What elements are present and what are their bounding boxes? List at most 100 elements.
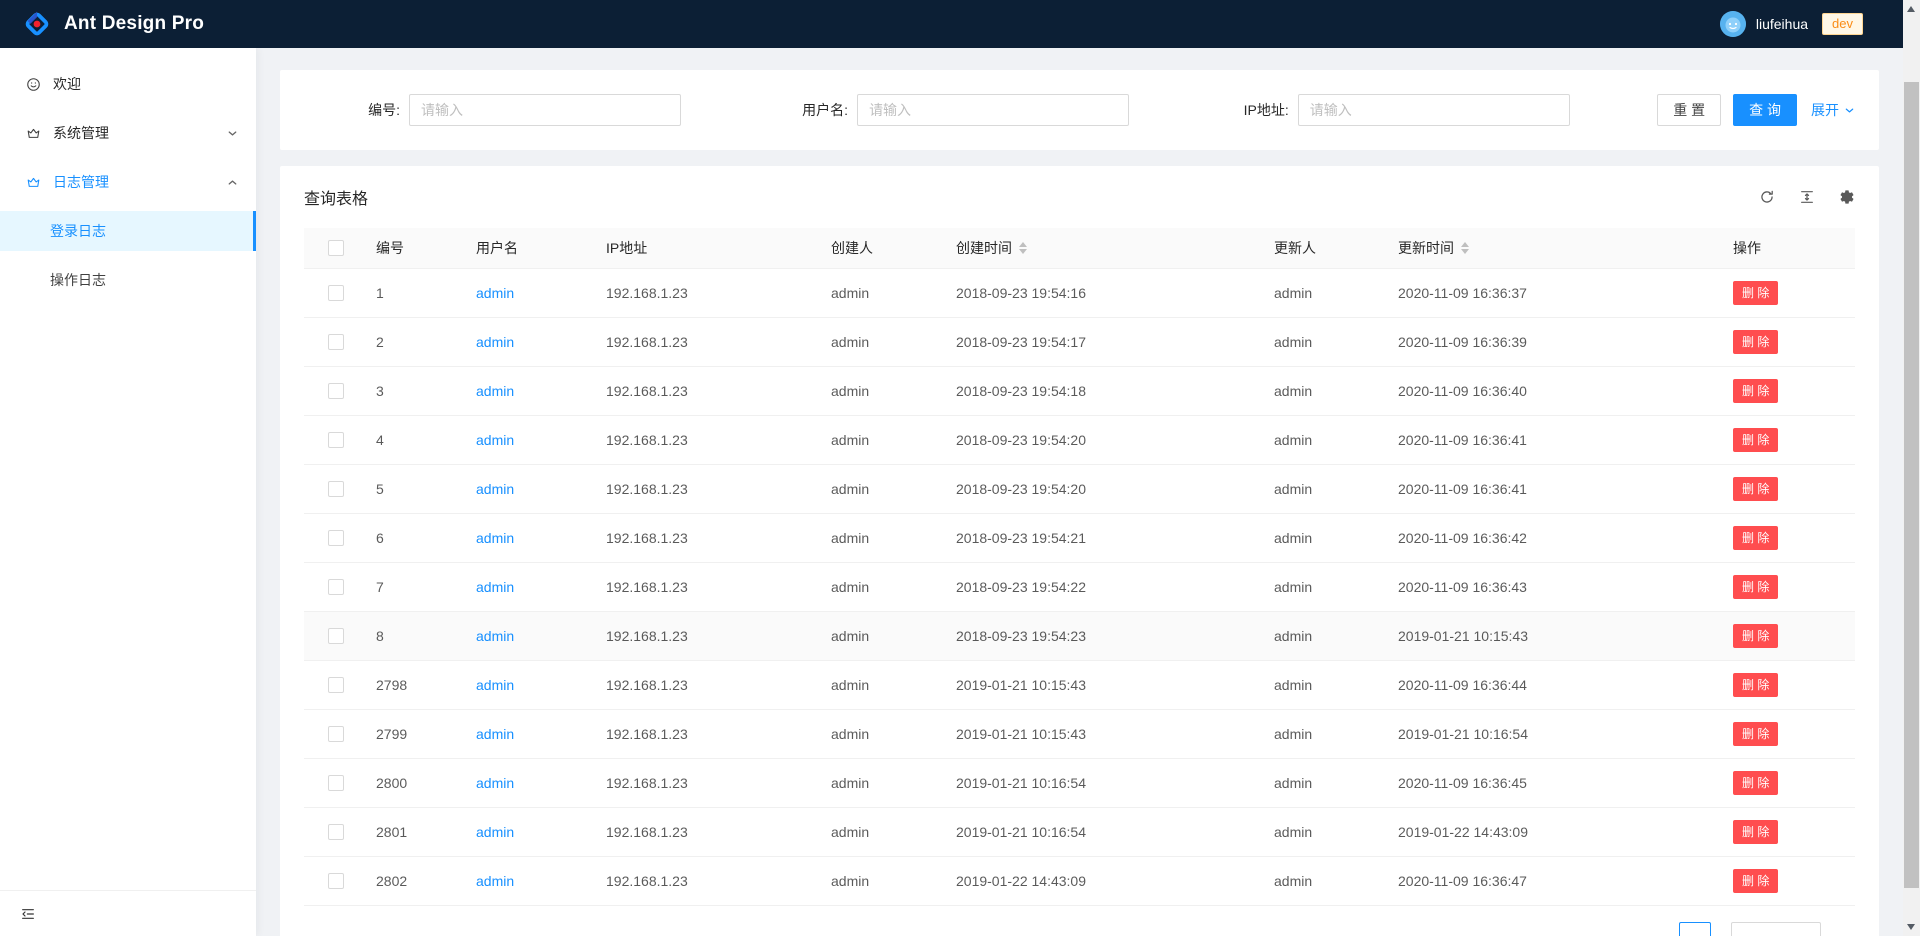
row-checkbox[interactable]	[328, 677, 344, 693]
cell-updater: admin	[1266, 611, 1390, 660]
row-checkbox[interactable]	[328, 383, 344, 399]
cell-id: 3	[368, 366, 468, 415]
row-checkbox[interactable]	[328, 824, 344, 840]
row-checkbox[interactable]	[328, 530, 344, 546]
row-checkbox[interactable]	[328, 432, 344, 448]
cell-updated-time: 2020-11-09 16:36:39	[1390, 317, 1725, 366]
cell-created-time: 2019-01-22 14:43:09	[948, 856, 1266, 905]
username-link[interactable]: admin	[476, 873, 514, 889]
reset-button[interactable]: 重 置	[1657, 94, 1721, 126]
vertical-scrollbar[interactable]	[1903, 0, 1920, 936]
ip-input[interactable]	[1298, 94, 1570, 126]
username-input[interactable]	[857, 94, 1129, 126]
column-header-created-time[interactable]: 创建时间	[948, 228, 1266, 268]
username-link[interactable]: admin	[476, 579, 514, 595]
cell-ip: 192.168.1.23	[598, 856, 823, 905]
row-checkbox[interactable]	[328, 579, 344, 595]
delete-button[interactable]: 删 除	[1733, 379, 1778, 403]
select-all-checkbox[interactable]	[328, 240, 344, 256]
expand-toggle[interactable]: 展开	[1811, 100, 1855, 120]
table-card: 查询表格	[280, 166, 1879, 936]
delete-button[interactable]: 删 除	[1733, 281, 1778, 305]
column-header-updated-time[interactable]: 更新时间	[1390, 228, 1725, 268]
username-link[interactable]: admin	[476, 383, 514, 399]
scrollbar-up-arrow-icon[interactable]	[1907, 6, 1915, 12]
page-size-select[interactable]	[1731, 922, 1821, 936]
delete-button[interactable]: 删 除	[1733, 820, 1778, 844]
user-avatar[interactable]	[1720, 11, 1746, 37]
row-checkbox[interactable]	[328, 481, 344, 497]
cell-ip: 192.168.1.23	[598, 807, 823, 856]
username-link[interactable]: admin	[476, 628, 514, 644]
field-id: 编号:	[304, 94, 745, 126]
username-link[interactable]: admin	[476, 824, 514, 840]
delete-button[interactable]: 删 除	[1733, 624, 1778, 648]
cell-ip: 192.168.1.23	[598, 415, 823, 464]
sidebar-item-welcome[interactable]: 欢迎	[0, 64, 256, 104]
delete-button[interactable]: 删 除	[1733, 673, 1778, 697]
row-checkbox[interactable]	[328, 285, 344, 301]
cell-updater: admin	[1266, 660, 1390, 709]
row-checkbox[interactable]	[328, 334, 344, 350]
cell-id: 2800	[368, 758, 468, 807]
delete-button[interactable]: 删 除	[1733, 477, 1778, 501]
column-header-updater: 更新人	[1266, 228, 1390, 268]
cell-updated-time: 2020-11-09 16:36:42	[1390, 513, 1725, 562]
cell-created-time: 2018-09-23 19:54:20	[948, 464, 1266, 513]
row-checkbox[interactable]	[328, 726, 344, 742]
cell-ip: 192.168.1.23	[598, 611, 823, 660]
username-link[interactable]: admin	[476, 775, 514, 791]
sidebar-item-label: 日志管理	[53, 172, 227, 192]
cell-updated-time: 2020-11-09 16:36:45	[1390, 758, 1725, 807]
cell-ip: 192.168.1.23	[598, 366, 823, 415]
pagination-page-1-button[interactable]	[1679, 922, 1711, 936]
cell-id: 2798	[368, 660, 468, 709]
query-button[interactable]: 查 询	[1733, 94, 1797, 126]
cell-ip: 192.168.1.23	[598, 758, 823, 807]
cell-creator: admin	[823, 366, 948, 415]
cell-updated-time: 2020-11-09 16:36:43	[1390, 562, 1725, 611]
username-link[interactable]: admin	[476, 285, 514, 301]
sidebar-item-operation-log[interactable]: 操作日志	[0, 260, 256, 300]
row-checkbox[interactable]	[328, 873, 344, 889]
username-link[interactable]: admin	[476, 432, 514, 448]
column-height-icon[interactable]	[1799, 189, 1815, 205]
delete-button[interactable]: 删 除	[1733, 428, 1778, 452]
username-link[interactable]: admin	[476, 726, 514, 742]
sidebar-item-log-management[interactable]: 日志管理	[0, 162, 256, 202]
sidebar-item-system-management[interactable]: 系统管理	[0, 113, 256, 153]
username-link[interactable]: admin	[476, 481, 514, 497]
cell-created-time: 2018-09-23 19:54:18	[948, 366, 1266, 415]
cell-ip: 192.168.1.23	[598, 709, 823, 758]
chevron-down-icon	[1844, 105, 1855, 116]
delete-button[interactable]: 删 除	[1733, 869, 1778, 893]
reload-icon[interactable]	[1759, 189, 1775, 205]
delete-button[interactable]: 删 除	[1733, 722, 1778, 746]
app-logo[interactable]: Ant Design Pro	[22, 9, 204, 39]
settings-gear-icon[interactable]	[1839, 189, 1855, 205]
cell-created-time: 2018-09-23 19:54:20	[948, 415, 1266, 464]
delete-button[interactable]: 删 除	[1733, 771, 1778, 795]
delete-button[interactable]: 删 除	[1733, 575, 1778, 599]
app-title: Ant Design Pro	[64, 13, 204, 35]
cell-id: 2	[368, 317, 468, 366]
id-input[interactable]	[409, 94, 681, 126]
row-checkbox[interactable]	[328, 775, 344, 791]
username-link[interactable]: admin	[476, 334, 514, 350]
table-row: 4 admin 192.168.1.23 admin 2018-09-23 19…	[304, 415, 1855, 464]
table-row: 5 admin 192.168.1.23 admin 2018-09-23 19…	[304, 464, 1855, 513]
sidebar-item-login-log[interactable]: 登录日志	[0, 211, 256, 251]
cell-creator: admin	[823, 317, 948, 366]
delete-button[interactable]: 删 除	[1733, 330, 1778, 354]
username-link[interactable]: admin	[476, 530, 514, 546]
cell-updated-time: 2020-11-09 16:36:44	[1390, 660, 1725, 709]
delete-button[interactable]: 删 除	[1733, 526, 1778, 550]
column-header-ip: IP地址	[598, 228, 823, 268]
row-checkbox[interactable]	[328, 628, 344, 644]
menu-fold-icon[interactable]	[20, 906, 36, 922]
scrollbar-down-arrow-icon[interactable]	[1907, 924, 1915, 930]
username-link[interactable]: admin	[476, 677, 514, 693]
scrollbar-thumb[interactable]	[1904, 82, 1919, 888]
cell-creator: admin	[823, 513, 948, 562]
user-name[interactable]: liufeihua	[1756, 16, 1808, 32]
